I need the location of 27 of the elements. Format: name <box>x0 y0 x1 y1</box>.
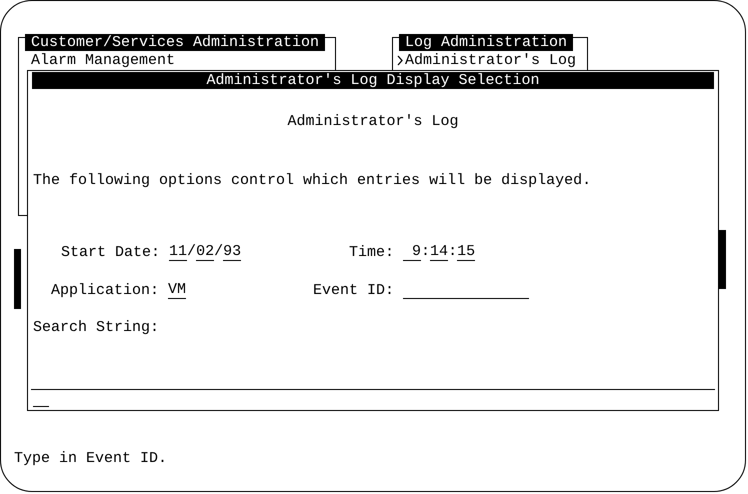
field-label: Application: <box>51 283 160 299</box>
dialog-title: Administrator's Log Display Selection <box>32 72 714 89</box>
field-value[interactable]: 11 <box>169 244 188 261</box>
menu-item[interactable]: Administrator's Log <box>397 52 587 69</box>
menu-item[interactable]: Alarm Management <box>31 52 335 69</box>
field-value[interactable]: 02 <box>196 244 214 261</box>
field-label: Event ID: <box>313 283 394 299</box>
description-text: The following options control which entries will be displayed. <box>32 172 592 190</box>
field-label: Start Date: <box>61 245 160 261</box>
field-value[interactable]: 9 <box>403 244 422 261</box>
separator: / <box>214 244 224 261</box>
chevron-icon <box>397 55 403 66</box>
status-message: Type in Event ID. <box>14 450 168 468</box>
field-value[interactable]: 14 <box>430 244 448 261</box>
separator: : <box>448 244 458 261</box>
separator: / <box>187 244 196 261</box>
field-label: Time: <box>349 245 394 261</box>
menu-title: Log Administration <box>399 34 574 51</box>
cursor-icon <box>33 406 49 407</box>
dialog-heading: Administrator's Log <box>286 113 460 131</box>
menu-title: Customer/Services Administration <box>25 34 326 51</box>
scroll-marker <box>14 249 21 309</box>
field-value[interactable]: 15 <box>457 244 476 261</box>
field-value[interactable]: VM <box>168 282 186 299</box>
separator: : <box>421 244 430 261</box>
field-label: Search String: <box>33 320 160 336</box>
field-value[interactable]: 93 <box>223 244 242 261</box>
